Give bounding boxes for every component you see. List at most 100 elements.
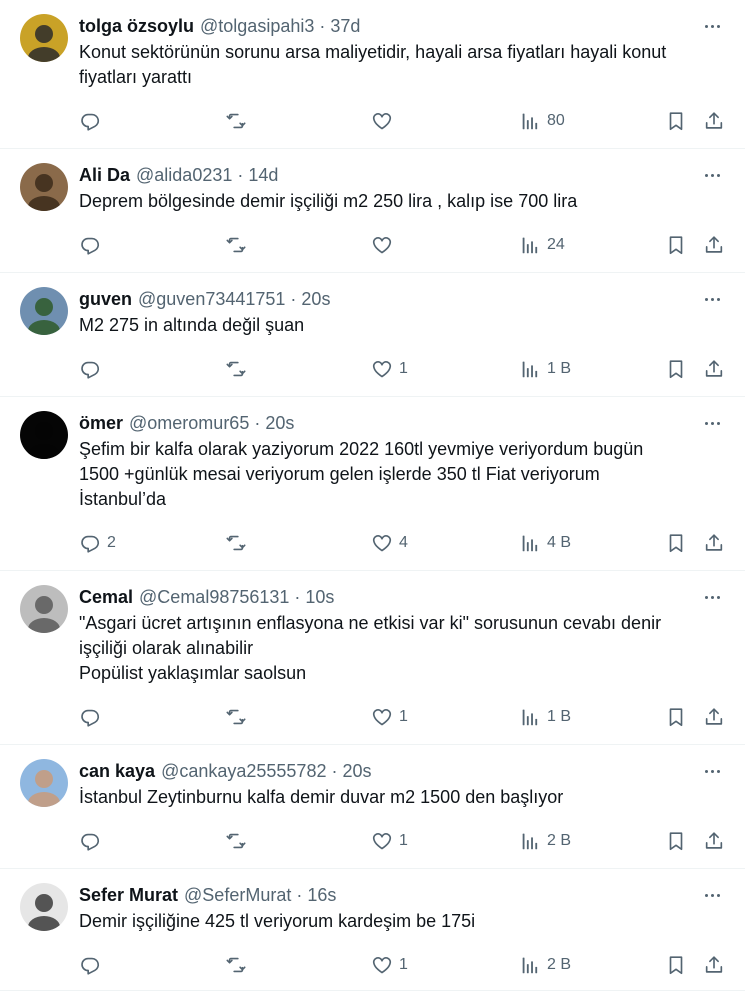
tweet-text: M2 275 in altında değil şuan	[79, 315, 305, 335]
views-button[interactable]: 1 B	[519, 355, 571, 383]
like-button[interactable]	[371, 231, 399, 259]
share-button[interactable]	[703, 355, 725, 383]
user-handle[interactable]: @alida0231	[136, 163, 232, 187]
reply-tweet[interactable]: tolga özsoylu @tolgasipahi3 · 37d Konut sekt…	[0, 0, 745, 149]
avatar[interactable]	[20, 287, 68, 335]
reply-tweet[interactable]: can kaya @cankaya25555782 · 20s İstanbul Zey…	[0, 745, 745, 869]
timestamp[interactable]: 20s	[342, 759, 371, 783]
timestamp[interactable]: 16s	[307, 883, 336, 907]
reply-tweet[interactable]: Cemal @Cemal98756131 · 10s "Asgari ücret art…	[0, 571, 745, 745]
avatar[interactable]	[20, 883, 68, 931]
share-button[interactable]	[703, 827, 725, 855]
display-name[interactable]: Sefer Murat	[79, 883, 178, 907]
retweet-button[interactable]	[225, 355, 253, 383]
retweet-button[interactable]	[225, 529, 253, 557]
share-icon	[703, 830, 725, 852]
heart-icon	[371, 532, 393, 554]
share-button[interactable]	[703, 231, 725, 259]
display-name[interactable]: tolga özsoylu	[79, 14, 194, 38]
reply-button[interactable]: 2	[79, 529, 116, 557]
more-options-icon[interactable]	[695, 883, 729, 907]
bookmark-button[interactable]	[665, 529, 687, 557]
retweet-button[interactable]	[225, 703, 253, 731]
reply-tweet[interactable]: ömer @omeromur65 · 20s Şefim bir kalfa olara…	[0, 397, 745, 571]
views-button[interactable]: 2 B	[519, 827, 571, 855]
bookmark-button[interactable]	[665, 951, 687, 979]
share-button[interactable]	[703, 107, 725, 135]
reply-icon	[79, 532, 101, 554]
timestamp[interactable]: 37d	[330, 14, 360, 38]
display-name[interactable]: can kaya	[79, 759, 155, 783]
bookmark-button[interactable]	[665, 827, 687, 855]
bookmark-button[interactable]	[665, 703, 687, 731]
retweet-button[interactable]	[225, 951, 253, 979]
display-name[interactable]: Cemal	[79, 585, 133, 609]
avatar[interactable]	[20, 411, 68, 459]
user-handle[interactable]: @omeromur65	[129, 411, 249, 435]
like-button[interactable]: 4	[371, 529, 408, 557]
reply-tweet[interactable]: Ali Da @alida0231 · 14d Deprem bölgesinde de…	[0, 149, 745, 273]
share-button[interactable]	[703, 703, 725, 731]
reply-button[interactable]	[79, 107, 107, 135]
timestamp[interactable]: 20s	[301, 287, 330, 311]
reply-tweet[interactable]: guven @guven73441751 · 20s M2 275 in altında…	[0, 273, 745, 397]
bookmark-button[interactable]	[665, 355, 687, 383]
more-options-icon[interactable]	[695, 759, 729, 783]
views-button[interactable]: 4 B	[519, 529, 571, 557]
separator-dot: ·	[319, 16, 326, 36]
separator-dot: ·	[331, 761, 338, 781]
like-button[interactable]: 1	[371, 703, 408, 731]
like-button[interactable]: 1	[371, 951, 408, 979]
avatar[interactable]	[20, 163, 68, 211]
more-options-icon[interactable]	[695, 585, 729, 609]
reply-button[interactable]	[79, 703, 107, 731]
reply-icon	[79, 358, 101, 380]
bookmark-button[interactable]	[665, 231, 687, 259]
share-button[interactable]	[703, 529, 725, 557]
retweet-button[interactable]	[225, 231, 253, 259]
like-button[interactable]: 1	[371, 355, 408, 383]
retweet-icon	[225, 706, 247, 728]
views-button[interactable]: 80	[519, 107, 565, 135]
timestamp[interactable]: 14d	[248, 163, 278, 187]
reply-button[interactable]	[79, 951, 107, 979]
reply-icon	[79, 706, 101, 728]
user-handle[interactable]: @tolgasipahi3	[200, 14, 314, 38]
more-options-icon[interactable]	[695, 287, 729, 311]
reply-button[interactable]	[79, 827, 107, 855]
like-button[interactable]	[371, 107, 399, 135]
reply-icon	[79, 110, 101, 132]
like-button[interactable]: 1	[371, 827, 408, 855]
share-button[interactable]	[703, 951, 725, 979]
user-handle[interactable]: @Cemal98756131	[139, 585, 289, 609]
separator-dot: ·	[254, 413, 261, 433]
user-handle[interactable]: @SeferMurat	[184, 883, 291, 907]
retweet-button[interactable]	[225, 827, 253, 855]
bookmark-button[interactable]	[665, 107, 687, 135]
more-options-icon[interactable]	[695, 411, 729, 435]
like-count: 1	[399, 708, 408, 725]
reply-tweet[interactable]: Sefer Murat @SeferMurat · 16s Demir işçiliği…	[0, 869, 745, 991]
display-name[interactable]: ömer	[79, 411, 123, 435]
user-handle[interactable]: @guven73441751	[138, 287, 285, 311]
more-options-icon[interactable]	[695, 163, 729, 187]
avatar[interactable]	[20, 759, 68, 807]
avatar[interactable]	[20, 585, 68, 633]
timestamp[interactable]: 20s	[265, 411, 294, 435]
views-button[interactable]: 1 B	[519, 703, 571, 731]
display-name[interactable]: Ali Da	[79, 163, 130, 187]
bookmark-icon	[665, 358, 687, 380]
display-name[interactable]: guven	[79, 287, 132, 311]
analytics-icon	[519, 532, 541, 554]
view-count: 1 B	[547, 708, 572, 725]
retweet-button[interactable]	[225, 107, 253, 135]
views-button[interactable]: 24	[519, 231, 565, 259]
avatar[interactable]	[20, 14, 68, 62]
more-options-icon[interactable]	[695, 14, 729, 38]
user-handle[interactable]: @cankaya25555782	[161, 759, 326, 783]
analytics-icon	[519, 954, 541, 976]
timestamp[interactable]: 10s	[305, 585, 334, 609]
views-button[interactable]: 2 B	[519, 951, 571, 979]
reply-button[interactable]	[79, 231, 107, 259]
reply-button[interactable]	[79, 355, 107, 383]
